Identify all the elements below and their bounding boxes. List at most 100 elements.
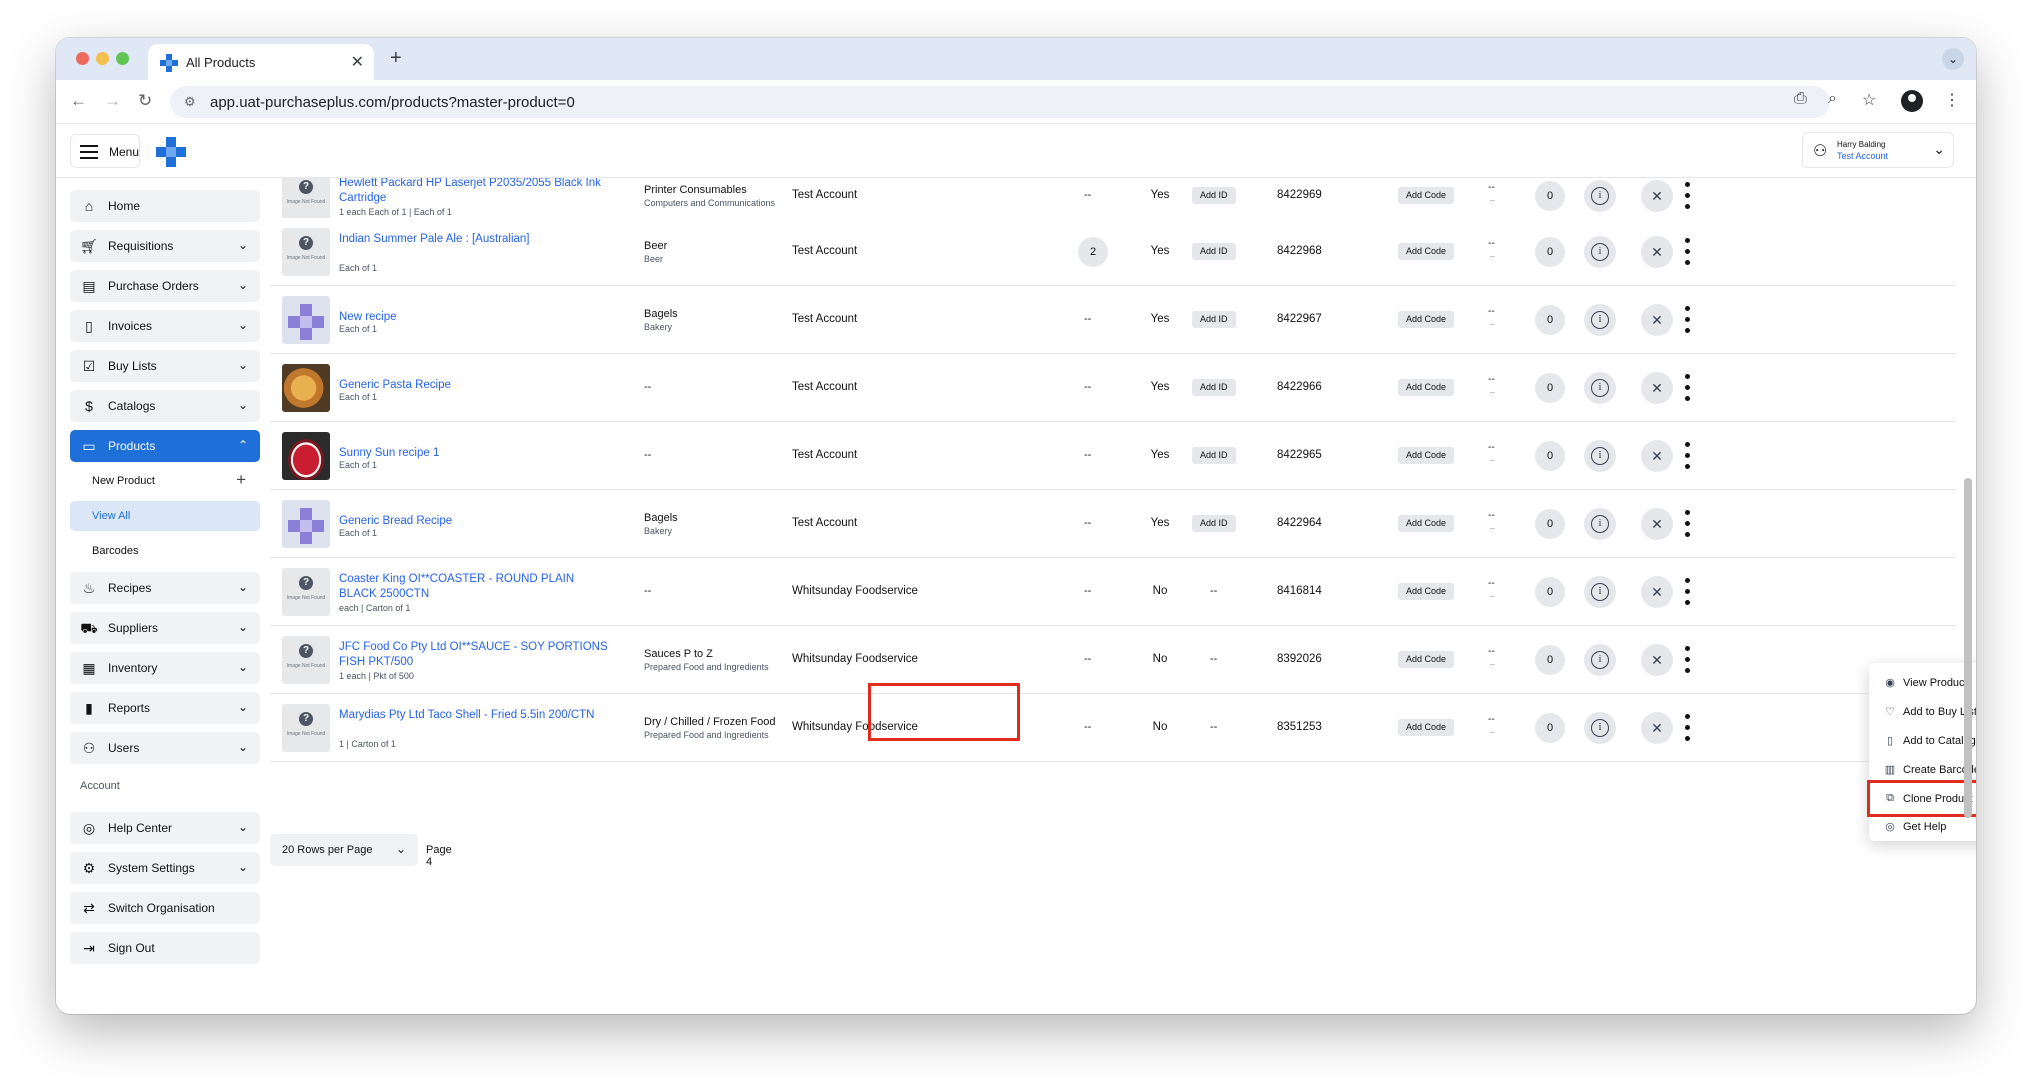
add-code-button[interactable]: Add Code: [1398, 243, 1455, 260]
info-button[interactable]: i: [1584, 372, 1616, 404]
reload-icon[interactable]: ↻: [138, 91, 152, 111]
add-id-button[interactable]: Add ID: [1192, 187, 1236, 204]
remove-button[interactable]: ✕: [1641, 712, 1673, 744]
sidebar-item-invoices[interactable]: ▯ Invoices ⌄: [70, 310, 260, 342]
table-row[interactable]: ? Image Not Found Coaster King OI**COASTER…: [270, 558, 1956, 626]
sidebar-item-suppliers[interactable]: ⛟ Suppliers ⌄: [70, 612, 260, 644]
info-button[interactable]: i: [1584, 576, 1616, 608]
close-window-button[interactable]: [76, 52, 89, 65]
table-row[interactable]: ? Image Not Found JFC Food Co Pty Ltd OI**…: [270, 626, 1956, 694]
count-badge[interactable]: 2: [1078, 237, 1108, 267]
add-code-button[interactable]: Add Code: [1398, 447, 1455, 464]
product-thumbnail[interactable]: ? Image Not Found: [282, 568, 330, 616]
remove-button[interactable]: ✕: [1641, 180, 1673, 212]
product-thumbnail[interactable]: [282, 500, 330, 548]
product-name-link[interactable]: Hewlett Packard HP Laserjet P2035/2055 B…: [339, 178, 609, 206]
quantity-badge[interactable]: 0: [1535, 181, 1565, 211]
remove-button[interactable]: ✕: [1641, 236, 1673, 268]
sidebar-item-requisitions[interactable]: 🛒︎ Requisitions ⌄: [70, 230, 260, 262]
more-actions-button[interactable]: [1682, 440, 1694, 472]
add-code-button[interactable]: Add Code: [1398, 719, 1455, 736]
add-id-button[interactable]: Add ID: [1192, 311, 1236, 328]
info-button[interactable]: i: [1584, 180, 1616, 212]
product-name-link[interactable]: New recipe: [339, 310, 609, 325]
quantity-badge[interactable]: 0: [1535, 577, 1565, 607]
bookmark-star-icon[interactable]: ☆: [1862, 90, 1876, 110]
add-code-button[interactable]: Add Code: [1398, 515, 1455, 532]
menu-item-add-to-buy-list[interactable]: ♡ Add to Buy List: [1869, 698, 1976, 726]
product-thumbnail[interactable]: [282, 432, 330, 480]
purchaseplus-logo[interactable]: [156, 137, 186, 167]
quantity-badge[interactable]: 0: [1535, 441, 1565, 471]
sidebar-item-switch-organisation[interactable]: ⇄ Switch Organisation: [70, 892, 260, 924]
browser-menu-icon[interactable]: ⋮: [1944, 90, 1960, 110]
remove-button[interactable]: ✕: [1641, 440, 1673, 472]
maximize-window-button[interactable]: [116, 52, 129, 65]
new-tab-button[interactable]: +: [390, 47, 402, 70]
more-actions-button[interactable]: [1682, 372, 1694, 404]
add-code-button[interactable]: Add Code: [1398, 583, 1455, 600]
add-code-button[interactable]: Add Code: [1398, 379, 1455, 396]
table-row[interactable]: New recipe Each of 1 Bagels Bakery Test Acco…: [270, 286, 1956, 354]
info-button[interactable]: i: [1584, 712, 1616, 744]
info-button[interactable]: i: [1584, 440, 1616, 472]
sidebar-item-help-center[interactable]: ◎ Help Center ⌄: [70, 812, 260, 844]
product-thumbnail[interactable]: [282, 296, 330, 344]
table-row[interactable]: Generic Bread Recipe Each of 1 Bagels Baker…: [270, 490, 1956, 558]
quantity-badge[interactable]: 0: [1535, 237, 1565, 267]
rows-per-page-select[interactable]: 20 Rows per Page ⌄: [270, 834, 418, 866]
sidebar-item-inventory[interactable]: ▦ Inventory ⌄: [70, 652, 260, 684]
add-id-button[interactable]: Add ID: [1192, 447, 1236, 464]
more-actions-button[interactable]: [1682, 180, 1694, 212]
sidebar-item-users[interactable]: ⚇ Users ⌄: [70, 732, 260, 764]
quantity-badge[interactable]: 0: [1535, 305, 1565, 335]
minimize-window-button[interactable]: [96, 52, 109, 65]
remove-button[interactable]: ✕: [1641, 508, 1673, 540]
product-thumbnail[interactable]: ? Image Not Found: [282, 704, 330, 752]
sidebar-item-purchase-orders[interactable]: ▤ Purchase Orders ⌄: [70, 270, 260, 302]
more-actions-button[interactable]: [1682, 304, 1694, 336]
sidebar-item-sign-out[interactable]: ⇥ Sign Out: [70, 932, 260, 964]
info-button[interactable]: i: [1584, 236, 1616, 268]
quantity-badge[interactable]: 0: [1535, 373, 1565, 403]
sidebar-subitem-barcodes[interactable]: Barcodes: [70, 536, 260, 566]
add-id-button[interactable]: Add ID: [1192, 515, 1236, 532]
user-menu-button[interactable]: ⚇ Harry Balding Test Account ⌄: [1802, 132, 1954, 168]
menu-item-add-to-catalog[interactable]: ▯ Add to Catalog: [1869, 727, 1976, 755]
table-row[interactable]: ? Image Not Found Indian Summer Pale Ale :…: [270, 218, 1956, 286]
tab-close-icon[interactable]: ✕: [351, 52, 364, 72]
sidebar-item-catalogs[interactable]: $ Catalogs ⌄: [70, 390, 260, 422]
add-id-button[interactable]: Add ID: [1192, 379, 1236, 396]
table-row[interactable]: ? Image Not Found Marydias Pty Ltd Taco Sh…: [270, 694, 1956, 762]
zoom-icon[interactable]: ⌕: [1828, 90, 1837, 108]
more-actions-button[interactable]: [1682, 644, 1694, 676]
sidebar-subitem-view-all[interactable]: View All: [70, 501, 260, 531]
more-actions-button[interactable]: [1682, 508, 1694, 540]
product-name-link[interactable]: JFC Food Co Pty Ltd OI**SAUCE - SOY PORT…: [339, 640, 609, 670]
menu-item-view-product[interactable]: ◉ View Product: [1869, 669, 1976, 697]
quantity-badge[interactable]: 0: [1535, 509, 1565, 539]
add-code-button[interactable]: Add Code: [1398, 651, 1455, 668]
profile-avatar-icon[interactable]: [1901, 90, 1923, 112]
sidebar-item-buy-lists[interactable]: ☑ Buy Lists ⌄: [70, 350, 260, 382]
product-name-link[interactable]: Coaster King OI**COASTER - ROUND PLAIN B…: [339, 572, 609, 602]
install-app-icon[interactable]: ⎙: [1794, 90, 1807, 108]
tab-all-products[interactable]: All Products ✕: [148, 44, 374, 80]
add-id-button[interactable]: Add ID: [1192, 243, 1236, 260]
more-actions-button[interactable]: [1682, 712, 1694, 744]
menu-item-get-help[interactable]: ◎ Get Help: [1869, 813, 1976, 841]
sidebar-item-recipes[interactable]: ♨ Recipes ⌄: [70, 572, 260, 604]
site-settings-icon[interactable]: ⚙: [184, 94, 196, 110]
sidebar-item-system-settings[interactable]: ⚙ System Settings ⌄: [70, 852, 260, 884]
sidebar-subitem-new-product[interactable]: New Product +: [70, 466, 260, 496]
remove-button[interactable]: ✕: [1641, 304, 1673, 336]
remove-button[interactable]: ✕: [1641, 372, 1673, 404]
product-name-link[interactable]: Sunny Sun recipe 1: [339, 446, 609, 461]
remove-button[interactable]: ✕: [1641, 576, 1673, 608]
table-row[interactable]: Generic Pasta Recipe Each of 1 -- Test Acco…: [270, 354, 1956, 422]
product-name-link[interactable]: Indian Summer Pale Ale : [Australian]: [339, 232, 609, 247]
product-thumbnail[interactable]: [282, 364, 330, 412]
forward-arrow-icon[interactable]: →: [104, 91, 121, 111]
sidebar-item-reports[interactable]: ▮ Reports ⌄: [70, 692, 260, 724]
product-thumbnail[interactable]: ? Image Not Found: [282, 178, 330, 220]
